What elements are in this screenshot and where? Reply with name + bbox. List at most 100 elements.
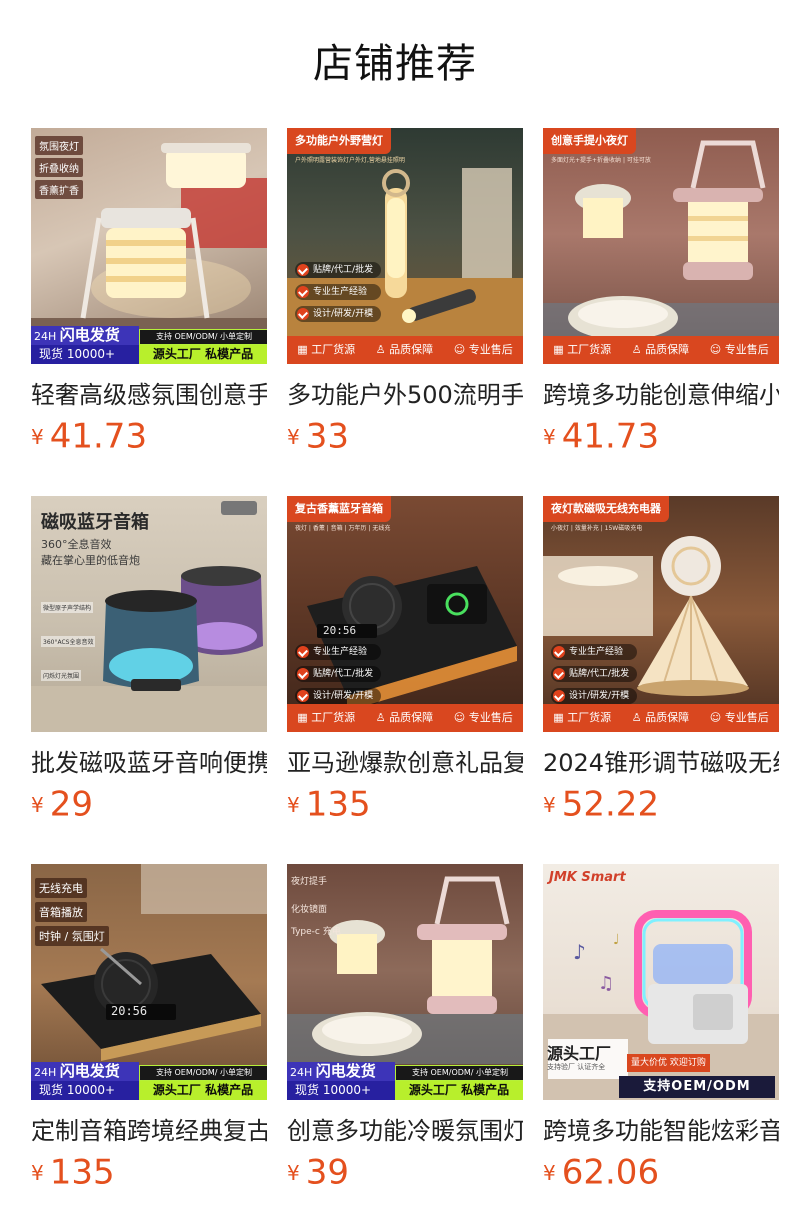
product-image[interactable]: 磁吸蓝牙音箱 360°全息音效 藏在掌心里的低音炮 微型原子声学结构 360°A… (31, 496, 267, 732)
check-label: 贴牌/代工/批发 (313, 669, 374, 679)
brand-logo: JMK Smart (549, 870, 626, 885)
product-card[interactable]: 磁吸蓝牙音箱 360°全息音效 藏在掌心里的低音炮 微型原子声学结构 360°A… (31, 496, 267, 864)
image-header: 复古香薰蓝牙音箱 (287, 496, 391, 522)
product-name[interactable]: 2024锥形调节磁吸无线充电器夜灯 (543, 746, 779, 780)
promo-banner: 24H 闪电发货 现货 10000+ 支持 OEM/ODM/ 小单定制 源头工厂… (31, 1062, 267, 1100)
product-name[interactable]: 定制音箱跨境经典复古唱片机蓝牙音箱 (31, 1114, 267, 1148)
check-item: 贴牌/代工/批发 (295, 666, 382, 682)
product-image[interactable]: 多功能户外野营灯 户外照明露营装饰灯户外灯,营地悬挂照明 贴牌/代工/批发 专业… (287, 128, 523, 364)
product-price: ¥62.06 (543, 1152, 659, 1193)
badge-price: 量大价优 欢迎订购 (627, 1054, 710, 1072)
product-image[interactable]: 创意手提小夜灯 多面灯光+提手+折叠收纳 | 可挂可放 ▦ 工厂货源 ♙ 品质保… (543, 128, 779, 364)
promo-shipping: 24H 闪电发货 (31, 1062, 139, 1081)
section-title: 店铺推荐 (313, 41, 477, 87)
svg-text:♪: ♪ (573, 940, 586, 964)
product-image[interactable]: ♪ ♫ ♩ JMK Smart 源头工厂 支持验厂 认证齐全 量大价优 欢迎订购… (543, 864, 779, 1100)
image-big-title: 磁吸蓝牙音箱 (41, 512, 149, 533)
check-icon (553, 646, 565, 658)
quality-label: ♙ 品质保障 (631, 343, 690, 356)
product-name[interactable]: 轻奢高级感氛围创意手提小夜灯 (31, 378, 267, 412)
image-sub2: 藏在掌心里的低音炮 (41, 554, 140, 567)
check-icon (553, 668, 565, 680)
image-header: 创意手提小夜灯 (543, 128, 636, 154)
promo-factory: 源头工厂 私模产品 (395, 1081, 523, 1100)
check-item: 贴牌/代工/批发 (551, 666, 638, 682)
check-item: 专业生产经验 (551, 644, 638, 660)
currency-symbol: ¥ (543, 1160, 556, 1185)
product-name[interactable]: 跨境多功能智能炫彩音箱闹钟无线充 (543, 1114, 779, 1148)
feature-tag: 香薰扩香 (35, 180, 83, 199)
promo-stock: 现货 10000+ (31, 345, 144, 364)
product-image[interactable]: 氛围夜灯 折叠收纳 香薰扩香 24H 闪电发货 现货 10000+ 支持 OEM… (31, 128, 267, 364)
product-image[interactable]: 夜灯提手 化妆镜面 Type-c 充电 24H 闪电发货 现货 10000+ 支… (287, 864, 523, 1100)
product-name[interactable]: 多功能户外500流明手电筒营地灯 (287, 378, 523, 412)
factory-source-label: ▦ 工厂货源 (297, 711, 356, 724)
check-icon (297, 646, 309, 658)
product-grid: 氛围夜灯 折叠收纳 香薰扩香 24H 闪电发货 现货 10000+ 支持 OEM… (31, 128, 779, 1232)
product-name[interactable]: 批发磁吸蓝牙音响便携式小音箱 (31, 746, 267, 780)
currency-symbol: ¥ (543, 792, 556, 817)
check-label: 专业生产经验 (313, 647, 368, 657)
price-amount: 52.22 (561, 784, 660, 825)
product-name[interactable]: 跨境多功能创意伸缩小夜灯 (543, 378, 779, 412)
promo-shipping: 24H 闪电发货 (287, 1062, 395, 1081)
service-bar: ▦ 工厂货源 ♙ 品质保障 ☺ 专业售后 (287, 336, 523, 364)
image-subheader: 夜灯 | 香薰 | 音箱 | 万年历 | 无线充 (295, 525, 391, 532)
clock-display: 20:56 (323, 624, 357, 637)
product-price: ¥33 (287, 416, 349, 457)
product-card[interactable]: 多功能户外野营灯 户外照明露营装饰灯户外灯,营地悬挂照明 贴牌/代工/批发 专业… (287, 128, 523, 496)
factory-source-text: 工厂货源 (311, 711, 356, 724)
promo-oem: 支持 OEM/ODM/ 小单定制 (395, 1065, 523, 1081)
check-item: 专业生产经验 (295, 284, 382, 300)
product-card[interactable]: 夜灯提手 化妆镜面 Type-c 充电 24H 闪电发货 现货 10000+ 支… (287, 864, 523, 1232)
clock-display: 20:56 (111, 1004, 148, 1018)
feature-tag: 氛围夜灯 (35, 136, 83, 155)
product-price: ¥39 (287, 1152, 349, 1193)
product-card[interactable]: 20:56 复古香薰蓝牙音箱 夜灯 | 香薰 | 音箱 | 万年历 | 无线充 … (287, 496, 523, 864)
product-price: ¥135 (31, 1152, 115, 1193)
check-item: 设计/研发/开模 (295, 688, 382, 704)
product-price: ¥41.73 (543, 416, 659, 457)
aftersale-label: ☺ 专业售后 (709, 711, 769, 724)
product-card[interactable]: 创意手提小夜灯 多面灯光+提手+折叠收纳 | 可挂可放 ▦ 工厂货源 ♙ 品质保… (543, 128, 779, 496)
feature-tag: 无线充电 (35, 878, 87, 898)
promo-factory: 源头工厂 私模产品 (139, 345, 267, 364)
aftersale-text: 专业售后 (724, 711, 769, 724)
check-item: 设计/研发/开模 (295, 306, 382, 322)
check-item: 设计/研发/开模 (551, 688, 638, 704)
product-card[interactable]: ♪ ♫ ♩ JMK Smart 源头工厂 支持验厂 认证齐全 量大价优 欢迎订购… (543, 864, 779, 1232)
price-amount: 41.73 (49, 416, 148, 457)
promo-24h: 24H (34, 1066, 57, 1079)
currency-symbol: ¥ (31, 792, 44, 817)
check-icon (297, 264, 309, 276)
aftersale-text: 专业售后 (468, 343, 513, 356)
promo-fast-ship: 闪电发货 (315, 1062, 376, 1080)
product-card[interactable]: 20:56 无线充电 音箱播放 时钟 / 氛围灯 24H 闪电发货 现货 100… (31, 864, 267, 1232)
product-price: ¥52.22 (543, 784, 660, 825)
check-item: 贴牌/代工/批发 (295, 262, 382, 278)
product-name[interactable]: 亚马逊爆款创意礼品复古香薰蓝牙音箱 (287, 746, 523, 780)
price-amount: 29 (49, 784, 93, 825)
promo-fast-ship: 闪电发货 (59, 1062, 120, 1080)
promo-banner: 24H 闪电发货 现货 10000+ 支持 OEM/ODM/ 小单定制 源头工厂… (31, 326, 267, 364)
product-card[interactable]: 夜灯款磁吸无线充电器 小夜灯 | 效量补充 | 15W磁吸充电 专业生产经验 贴… (543, 496, 779, 864)
product-name[interactable]: 创意多功能冷暖氛围灯手提夜灯 (287, 1114, 523, 1148)
aftersale-text: 专业售后 (724, 343, 769, 356)
factory-source-text: 工厂货源 (567, 711, 612, 724)
image-sub1: 360°全息音效 (41, 538, 112, 551)
check-list: 专业生产经验 贴牌/代工/批发 设计/研发/开模 (295, 644, 382, 710)
promo-24h: 24H (34, 330, 57, 343)
check-icon (297, 668, 309, 680)
product-image[interactable]: 夜灯款磁吸无线充电器 小夜灯 | 效量补充 | 15W磁吸充电 专业生产经验 贴… (543, 496, 779, 732)
image-header: 多功能户外野营灯 (287, 128, 391, 154)
aftersale-label: ☺ 专业售后 (709, 343, 769, 356)
promo-factory: 源头工厂 私模产品 (139, 1081, 267, 1100)
aftersale-label: ☺ 专业售后 (453, 711, 513, 724)
product-card[interactable]: 氛围夜灯 折叠收纳 香薰扩香 24H 闪电发货 现货 10000+ 支持 OEM… (31, 128, 267, 496)
check-label: 专业生产经验 (313, 287, 368, 297)
image-header: 夜灯款磁吸无线充电器 (543, 496, 669, 522)
product-image[interactable]: 20:56 复古香薰蓝牙音箱 夜灯 | 香薰 | 音箱 | 万年历 | 无线充 … (287, 496, 523, 732)
feature-label: 闪烁灯光氛围 (41, 670, 82, 681)
product-image[interactable]: 20:56 无线充电 音箱播放 时钟 / 氛围灯 24H 闪电发货 现货 100… (31, 864, 267, 1100)
badge-factory: 源头工厂 (547, 1044, 612, 1063)
